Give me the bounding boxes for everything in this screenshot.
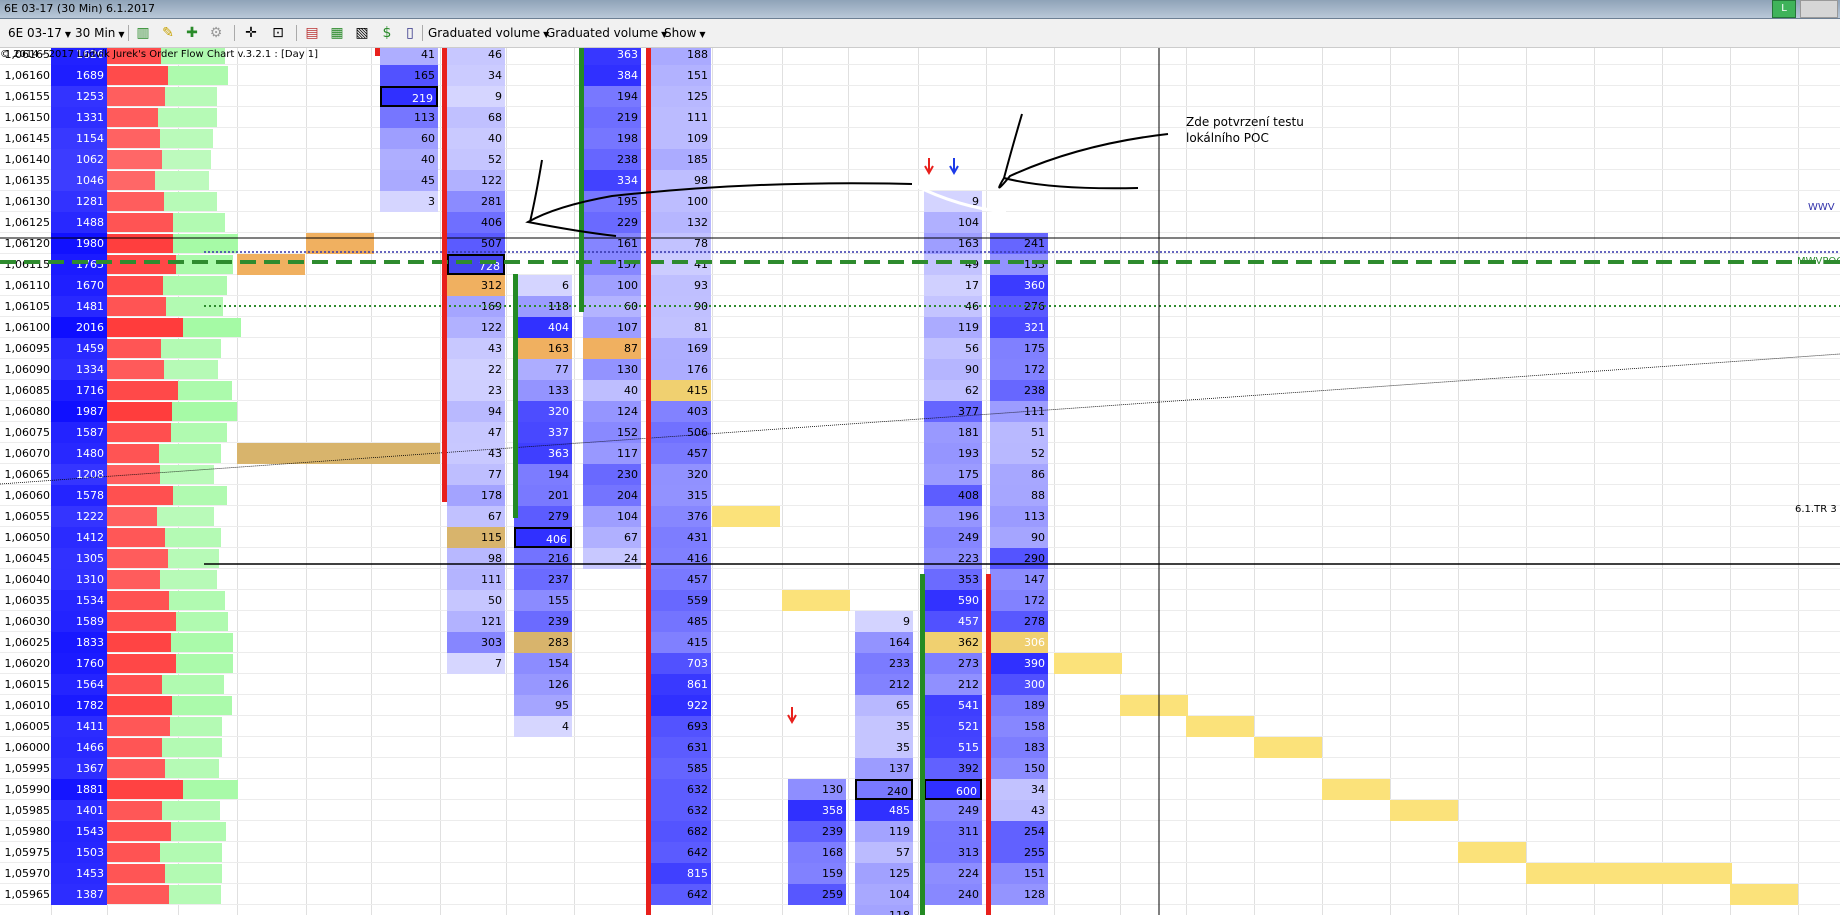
show-label: Show (664, 26, 697, 40)
crosshair-icon[interactable]: ✛ (243, 25, 259, 41)
money-icon[interactable]: $ (379, 25, 395, 41)
strategy-icon[interactable]: ⚙ (208, 25, 224, 41)
delta-bar (646, 48, 651, 915)
window-title: 6E 03-17 (30 Min) 6.1.2017 (4, 2, 155, 15)
mwvpoc-label: MWVPOC (1797, 256, 1840, 267)
trend-line (0, 353, 1840, 485)
chevron-down-icon: ▼ (699, 30, 706, 39)
chart-style-icon[interactable]: ▥ (135, 25, 151, 41)
properties-icon[interactable]: ▤ (304, 25, 320, 41)
annotation-text-2: lokálního POC (1186, 131, 1269, 145)
separator (296, 25, 297, 41)
profile-button[interactable]: L (1772, 0, 1796, 18)
delta-bar (442, 48, 447, 502)
zoom-icon[interactable]: ⊡ (270, 25, 286, 41)
delta-bar (986, 574, 991, 915)
pencil-icon[interactable]: ✎ (160, 25, 176, 41)
dropdown-1-label: Graduated volume (428, 26, 541, 40)
chart-area[interactable]: 1,06165 1,06160 1,06155 1,06150 1,06145 1,061… (0, 48, 1840, 915)
arrow-down-blue-icon (949, 158, 959, 176)
wwv-label: WWV (1808, 202, 1835, 213)
annotation-mask (911, 182, 1007, 214)
instrument-selector[interactable]: 6E 03-17 ▼ (8, 24, 71, 42)
toolbar: 6E 03-17 ▼ 30 Min ▼ ▥ ✎ ✚ ⚙ ✛ ⊡ ▤ ▦ ▧ $ ▯ … (0, 19, 1840, 48)
arrow-down-red-icon (924, 158, 934, 176)
tr-label: 6.1.TR 3 (1795, 504, 1837, 515)
annotation-arrow (525, 159, 913, 237)
annotation-arrow (998, 113, 1169, 190)
delta-bar (579, 48, 584, 312)
title-bar: 6E 03-17 (30 Min) 6.1.2017 L (0, 0, 1840, 19)
graduated-volume-dropdown-1[interactable]: Graduated volume ▼ (428, 24, 549, 42)
separator (128, 25, 129, 41)
show-dropdown[interactable]: Show ▼ (664, 24, 706, 42)
window-controls[interactable] (1800, 0, 1838, 18)
period-selector[interactable]: 30 Min ▼ (75, 24, 125, 42)
arrow-down-red-icon (787, 707, 797, 725)
overlay-lines (0, 48, 1840, 915)
add-indicator-icon[interactable]: ✚ (184, 25, 200, 41)
data-box-icon[interactable]: ▦ (329, 25, 345, 41)
annotation-text-1: Zde potvrzení testu (1186, 115, 1304, 129)
delta-bar (375, 48, 380, 56)
delta-bar (920, 574, 925, 915)
separator (422, 25, 423, 41)
separator (234, 25, 235, 41)
image-icon[interactable]: ▧ (354, 25, 370, 41)
delta-bar (513, 274, 518, 518)
chevron-down-icon: ▼ (118, 30, 125, 39)
instrument-label: 6E 03-17 (8, 26, 62, 40)
chevron-down-icon: ▼ (64, 30, 72, 39)
document-icon[interactable]: ▯ (402, 25, 418, 41)
graduated-volume-dropdown-2[interactable]: Graduated volume ▼ (546, 24, 667, 42)
period-label: 30 Min (75, 26, 116, 40)
dropdown-2-label: Graduated volume (546, 26, 659, 40)
indicator-info: © 2014 - 2017 Ludvík Jurek's Order Flow … (0, 49, 319, 60)
